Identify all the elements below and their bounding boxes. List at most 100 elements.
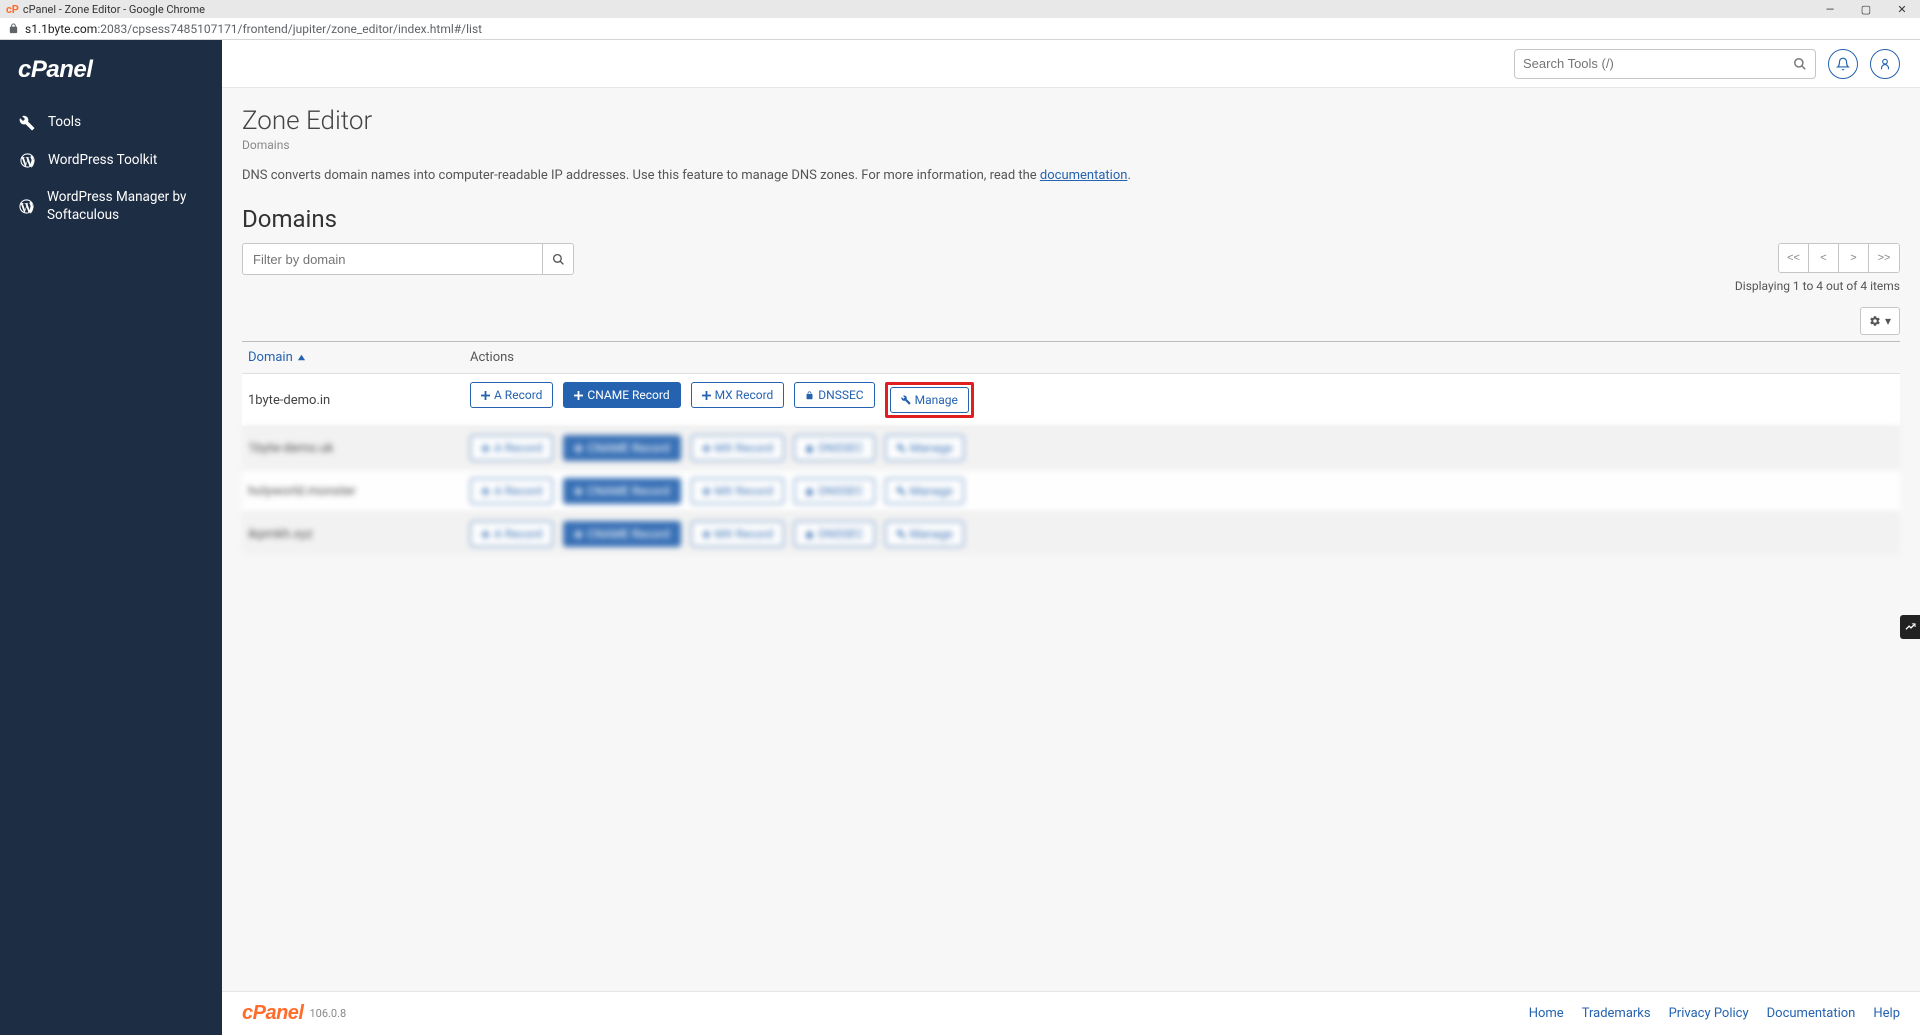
mx-record-button[interactable]: MX Record <box>691 435 785 461</box>
search-input[interactable] <box>1523 56 1793 71</box>
a-record-button[interactable]: A Record <box>470 382 553 408</box>
filter-search-button[interactable] <box>542 243 574 275</box>
domain-cell: holyworld.monster <box>248 484 470 499</box>
plus-icon <box>574 391 583 400</box>
cname-record-button[interactable]: CNAME Record <box>563 435 680 461</box>
window-titlebar: cP cPanel - Zone Editor - Google Chrome … <box>0 0 1920 18</box>
plus-icon <box>574 444 583 453</box>
address-path: :2083/cpsess7485107171/frontend/jupiter/… <box>97 22 482 36</box>
search-icon[interactable] <box>1793 57 1807 71</box>
table-row: 1byte-demo.in A Record CNAME Record MX R… <box>242 373 1900 426</box>
user-button[interactable] <box>1870 49 1900 79</box>
plus-icon <box>574 487 583 496</box>
plus-icon <box>574 530 583 539</box>
pagination-first[interactable]: << <box>1779 244 1809 272</box>
plus-icon <box>481 487 490 496</box>
cname-record-button[interactable]: CNAME Record <box>563 382 680 408</box>
plus-icon <box>481 391 490 400</box>
sidebar-item-label: Tools <box>48 114 81 132</box>
lock-icon <box>805 391 814 400</box>
dnssec-button[interactable]: DNSSEC <box>794 478 874 504</box>
highlight-manage: Manage <box>885 382 974 418</box>
chevron-down-icon: ▾ <box>1885 314 1891 328</box>
wrench-icon <box>896 443 906 453</box>
pagination-text: Displaying 1 to 4 out of 4 items <box>1735 279 1900 293</box>
filter-domain-input[interactable] <box>242 243 542 275</box>
pagination-next[interactable]: > <box>1839 244 1869 272</box>
gear-icon <box>1869 315 1881 327</box>
table-row: holyworld.monster A Record CNAME Record … <box>242 469 1900 512</box>
stats-tab[interactable] <box>1900 615 1920 639</box>
topbar <box>222 40 1920 88</box>
page-title: Zone Editor <box>242 106 1900 136</box>
maximize-button[interactable]: ▢ <box>1848 0 1884 18</box>
cname-record-button[interactable]: CNAME Record <box>563 478 680 504</box>
tools-icon <box>18 115 36 131</box>
pagination: << < > >> <box>1778 243 1900 273</box>
domains-heading: Domains <box>242 205 1900 233</box>
logo[interactable]: cPanel <box>0 40 222 104</box>
sidebar-item-label: WordPress Manager by Softaculous <box>47 189 204 224</box>
pagination-prev[interactable]: < <box>1809 244 1839 272</box>
sidebar-item-label: WordPress Toolkit <box>48 152 157 170</box>
footer-link-home[interactable]: Home <box>1529 1006 1564 1021</box>
address-bar[interactable]: s1.1byte.com:2083/cpsess7485107171/front… <box>0 18 1920 40</box>
footer-link-documentation[interactable]: Documentation <box>1767 1006 1856 1021</box>
sidebar-item-wp-toolkit[interactable]: WordPress Toolkit <box>0 142 222 180</box>
a-record-button[interactable]: A Record <box>470 478 553 504</box>
footer-link-help[interactable]: Help <box>1873 1006 1900 1021</box>
wordpress-icon <box>18 152 36 169</box>
footer-link-trademarks[interactable]: Trademarks <box>1582 1006 1651 1021</box>
domain-cell: 1byte-demo.uk <box>248 441 470 456</box>
mx-record-button[interactable]: MX Record <box>691 521 785 547</box>
plus-icon <box>481 530 490 539</box>
a-record-button[interactable]: A Record <box>470 435 553 461</box>
dnssec-button[interactable]: DNSSEC <box>794 435 874 461</box>
column-actions: Actions <box>470 350 1894 365</box>
manage-button[interactable]: Manage <box>885 435 964 461</box>
wrench-icon <box>896 486 906 496</box>
domain-cell: ikpmkh.xyz <box>248 527 470 542</box>
table-row: ikpmkh.xyz A Record CNAME Record MX Reco… <box>242 512 1900 555</box>
sidebar: cPanel Tools WordPress Toolkit WordPress… <box>0 40 222 1035</box>
plus-icon <box>702 391 711 400</box>
address-host: s1.1byte.com <box>25 22 97 36</box>
pagination-last[interactable]: >> <box>1869 244 1899 272</box>
table-settings-button[interactable]: ▾ <box>1860 307 1900 335</box>
lock-icon <box>8 23 19 34</box>
dnssec-button[interactable]: DNSSEC <box>794 382 874 408</box>
column-domain[interactable]: Domain <box>248 350 470 365</box>
cpanel-favicon: cP <box>6 3 19 16</box>
sidebar-item-wp-manager[interactable]: WordPress Manager by Softaculous <box>0 179 222 234</box>
mx-record-button[interactable]: MX Record <box>691 478 785 504</box>
minimize-button[interactable]: — <box>1812 0 1848 18</box>
lock-icon <box>805 530 814 539</box>
logo-text: cPanel <box>18 56 92 83</box>
dnssec-button[interactable]: DNSSEC <box>794 521 874 547</box>
footer-logo[interactable]: cPanel <box>242 1002 303 1025</box>
footer: cPanel 106.0.8 HomeTrademarksPrivacy Pol… <box>222 991 1920 1035</box>
sidebar-item-tools[interactable]: Tools <box>0 104 222 142</box>
manage-button[interactable]: Manage <box>890 387 969 413</box>
plus-icon <box>702 487 711 496</box>
manage-button[interactable]: Manage <box>885 478 964 504</box>
mx-record-button[interactable]: MX Record <box>691 382 785 408</box>
plus-icon <box>702 530 711 539</box>
documentation-link[interactable]: documentation <box>1040 168 1128 183</box>
plus-icon <box>702 444 711 453</box>
a-record-button[interactable]: A Record <box>470 521 553 547</box>
domain-cell: 1byte-demo.in <box>248 393 470 408</box>
lock-icon <box>805 444 814 453</box>
manage-button[interactable]: Manage <box>885 521 964 547</box>
lock-icon <box>805 487 814 496</box>
cname-record-button[interactable]: CNAME Record <box>563 521 680 547</box>
window-title: cPanel - Zone Editor - Google Chrome <box>23 3 205 16</box>
footer-link-privacy-policy[interactable]: Privacy Policy <box>1669 1006 1749 1021</box>
domains-table: Domain Actions 1byte-demo.in A Record CN… <box>242 341 1900 555</box>
notifications-button[interactable] <box>1828 49 1858 79</box>
wordpress-icon <box>18 198 35 215</box>
search-tools[interactable] <box>1514 49 1816 79</box>
close-button[interactable]: ✕ <box>1884 0 1920 18</box>
sort-asc-icon <box>297 353 306 362</box>
page-description: DNS converts domain names into computer-… <box>242 168 1900 183</box>
